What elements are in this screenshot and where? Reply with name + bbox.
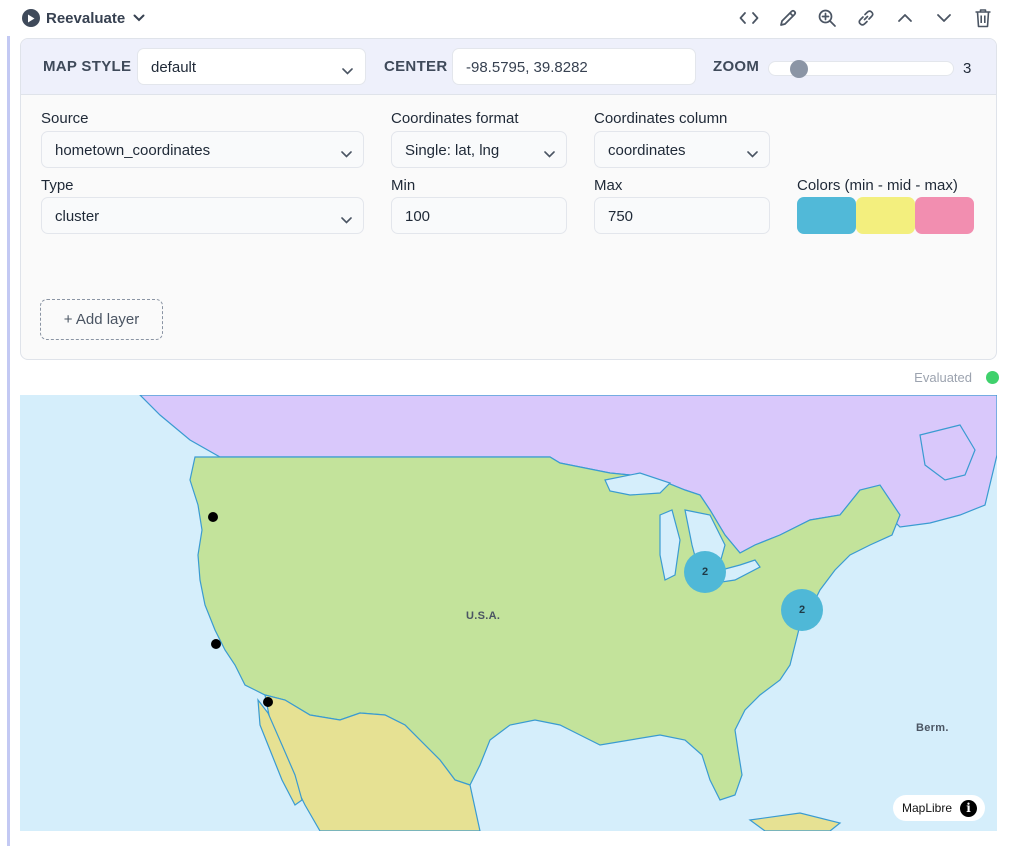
cluster-count: 2 [798, 604, 806, 616]
color-max-swatch[interactable] [915, 197, 974, 234]
zoom-label: ZOOM [713, 58, 760, 75]
chevron-down-icon [341, 211, 352, 229]
evaluation-status: Evaluated [914, 370, 999, 385]
type-select[interactable]: cluster [41, 197, 364, 234]
attribution-text: MapLibre [901, 801, 952, 815]
status-indicator [986, 371, 999, 384]
zoom-in-icon[interactable] [815, 6, 839, 30]
center-value: -98.5795, 39.8282 [466, 59, 588, 76]
type-value: cluster [55, 208, 100, 225]
coordinates-column-select[interactable]: coordinates [594, 131, 770, 168]
coordinates-format-select[interactable]: Single: lat, lng [391, 131, 567, 168]
reevaluate-label: Reevaluate [46, 9, 126, 27]
link-icon[interactable] [854, 6, 878, 30]
chevron-down-icon [342, 62, 353, 80]
zoom-value: 3 [963, 60, 972, 77]
reevaluate-button[interactable]: Reevaluate [22, 8, 145, 28]
trash-icon[interactable] [971, 6, 995, 30]
coordinates-column-value: coordinates [608, 142, 686, 159]
min-label: Min [391, 177, 416, 194]
point-marker[interactable] [263, 697, 273, 707]
source-label: Source [41, 110, 89, 127]
max-input[interactable]: 750 [594, 197, 770, 234]
colors-label: Colors (min - mid - max) [797, 177, 958, 194]
coordinates-format-label: Coordinates format [391, 110, 519, 127]
center-input[interactable]: -98.5795, 39.8282 [452, 48, 696, 85]
chevron-down-icon[interactable] [133, 9, 145, 27]
add-layer-label: + Add layer [63, 311, 140, 328]
cluster-marker[interactable]: 2 [684, 551, 726, 593]
map-attribution: MapLibre i [892, 795, 985, 821]
play-icon [22, 9, 40, 27]
cluster-count: 2 [701, 566, 709, 578]
map-config-panel: MAP STYLE default CENTER -98.5795, 39.82… [20, 38, 997, 360]
map-style-value: default [151, 59, 197, 76]
cluster-marker[interactable]: 2 [781, 589, 823, 631]
color-mid-swatch[interactable] [856, 197, 915, 234]
chevron-up-icon[interactable] [893, 6, 917, 30]
island-label-bermuda: Berm. [916, 722, 949, 734]
map-canvas[interactable] [20, 395, 997, 831]
source-select[interactable]: hometown_coordinates [41, 131, 364, 168]
coordinates-format-value: Single: lat, lng [405, 142, 500, 159]
pencil-icon[interactable] [776, 6, 800, 30]
cell-toolbar: Reevaluate [0, 0, 1009, 36]
cell-actions [737, 6, 995, 30]
point-marker[interactable] [208, 512, 218, 522]
map-settings-bar: MAP STYLE default CENTER -98.5795, 39.82… [21, 39, 996, 95]
chevron-down-icon [341, 145, 352, 163]
map-view[interactable]: U.S.A. Berm. 2 2 MapLibre i [20, 395, 997, 831]
country-label-usa: U.S.A. [466, 610, 501, 622]
type-label: Type [41, 177, 74, 194]
max-label: Max [594, 177, 623, 194]
map-style-select[interactable]: default [137, 48, 366, 85]
info-icon[interactable]: i [960, 799, 977, 817]
chevron-down-icon [544, 145, 555, 163]
chevron-down-icon[interactable] [932, 6, 956, 30]
cell-focus-rail [7, 36, 10, 846]
min-value: 100 [405, 208, 431, 225]
color-min-swatch[interactable] [797, 197, 856, 234]
chevron-down-icon [747, 145, 758, 163]
map-style-label: MAP STYLE [43, 58, 132, 75]
min-input[interactable]: 100 [391, 197, 567, 234]
zoom-slider-handle[interactable] [790, 60, 808, 78]
status-text: Evaluated [914, 370, 972, 385]
source-value: hometown_coordinates [55, 142, 211, 159]
center-label: CENTER [384, 58, 448, 75]
code-icon[interactable] [737, 6, 761, 30]
max-value: 750 [608, 208, 634, 225]
add-layer-button[interactable]: + Add layer [40, 299, 163, 340]
coordinates-column-label: Coordinates column [594, 110, 728, 127]
point-marker[interactable] [211, 639, 221, 649]
